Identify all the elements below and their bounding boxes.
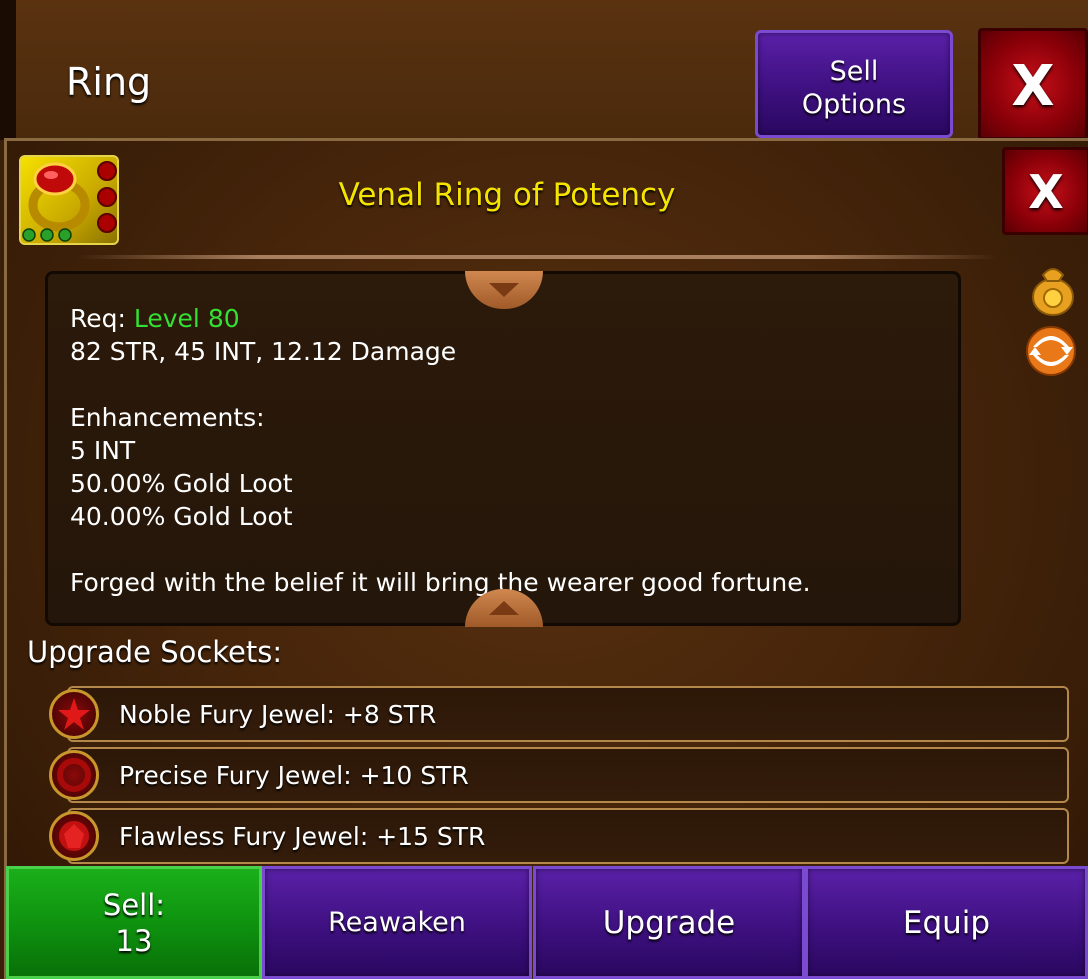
requirement-prefix: Req:	[70, 304, 134, 333]
socket-label: Noble Fury Jewel: +8 STR	[119, 700, 437, 729]
reawaken-button[interactable]: Reawaken	[262, 866, 532, 979]
gold-bag-icon[interactable]	[1027, 261, 1079, 316]
top-header: Ring Sell Options X	[0, 0, 1088, 140]
requirement-level: Level 80	[133, 304, 240, 333]
close-button[interactable]: X	[978, 28, 1088, 140]
socket-row[interactable]: Noble Fury Jewel: +8 STR	[67, 686, 1069, 742]
item-detail-panel: Venal Ring of Potency X Req: Level 80 82…	[4, 138, 1088, 979]
title-divider	[77, 255, 997, 259]
faceted-gem-icon	[49, 811, 99, 861]
item-name: Venal Ring of Potency	[338, 177, 676, 213]
upgrade-sockets-heading: Upgrade Sockets:	[27, 635, 283, 669]
round-gem-icon	[49, 750, 99, 800]
reroll-arrows-icon[interactable]	[1023, 325, 1076, 377]
enhancements-heading: Enhancements:	[70, 403, 265, 432]
socket-row[interactable]: Flawless Fury Jewel: +15 STR	[67, 808, 1069, 864]
action-bar: Sell: 13 Reawaken Upgrade Equip	[0, 866, 1088, 979]
sell-label: Sell:	[102, 887, 166, 922]
socket-label: Flawless Fury Jewel: +15 STR	[119, 822, 486, 851]
star-gem-icon	[49, 689, 99, 739]
sell-price: 13	[115, 923, 153, 958]
panel-close-button[interactable]: X	[1002, 147, 1088, 235]
left-edge-divider	[0, 0, 16, 140]
item-description-box[interactable]: Req: Level 80 82 STR, 45 INT, 12.12 Dama…	[45, 271, 961, 626]
base-stats: 82 STR, 45 INT, 12.12 Damage	[70, 337, 457, 366]
scroll-down-tab[interactable]	[465, 589, 543, 627]
scroll-up-tab[interactable]	[465, 271, 543, 309]
socket-row[interactable]: Precise Fury Jewel: +10 STR	[67, 747, 1069, 803]
upgrade-button[interactable]: Upgrade	[533, 866, 805, 979]
sell-options-button[interactable]: Sell Options	[755, 30, 953, 138]
socket-label: Precise Fury Jewel: +10 STR	[119, 761, 469, 790]
enhancement-item: 5 INT	[70, 436, 136, 465]
page-title: Ring	[66, 60, 152, 104]
enhancement-item: 40.00% Gold Loot	[70, 502, 293, 531]
sell-button[interactable]: Sell: 13	[6, 866, 262, 979]
enhancement-item: 50.00% Gold Loot	[70, 469, 293, 498]
equip-button[interactable]: Equip	[805, 866, 1088, 979]
